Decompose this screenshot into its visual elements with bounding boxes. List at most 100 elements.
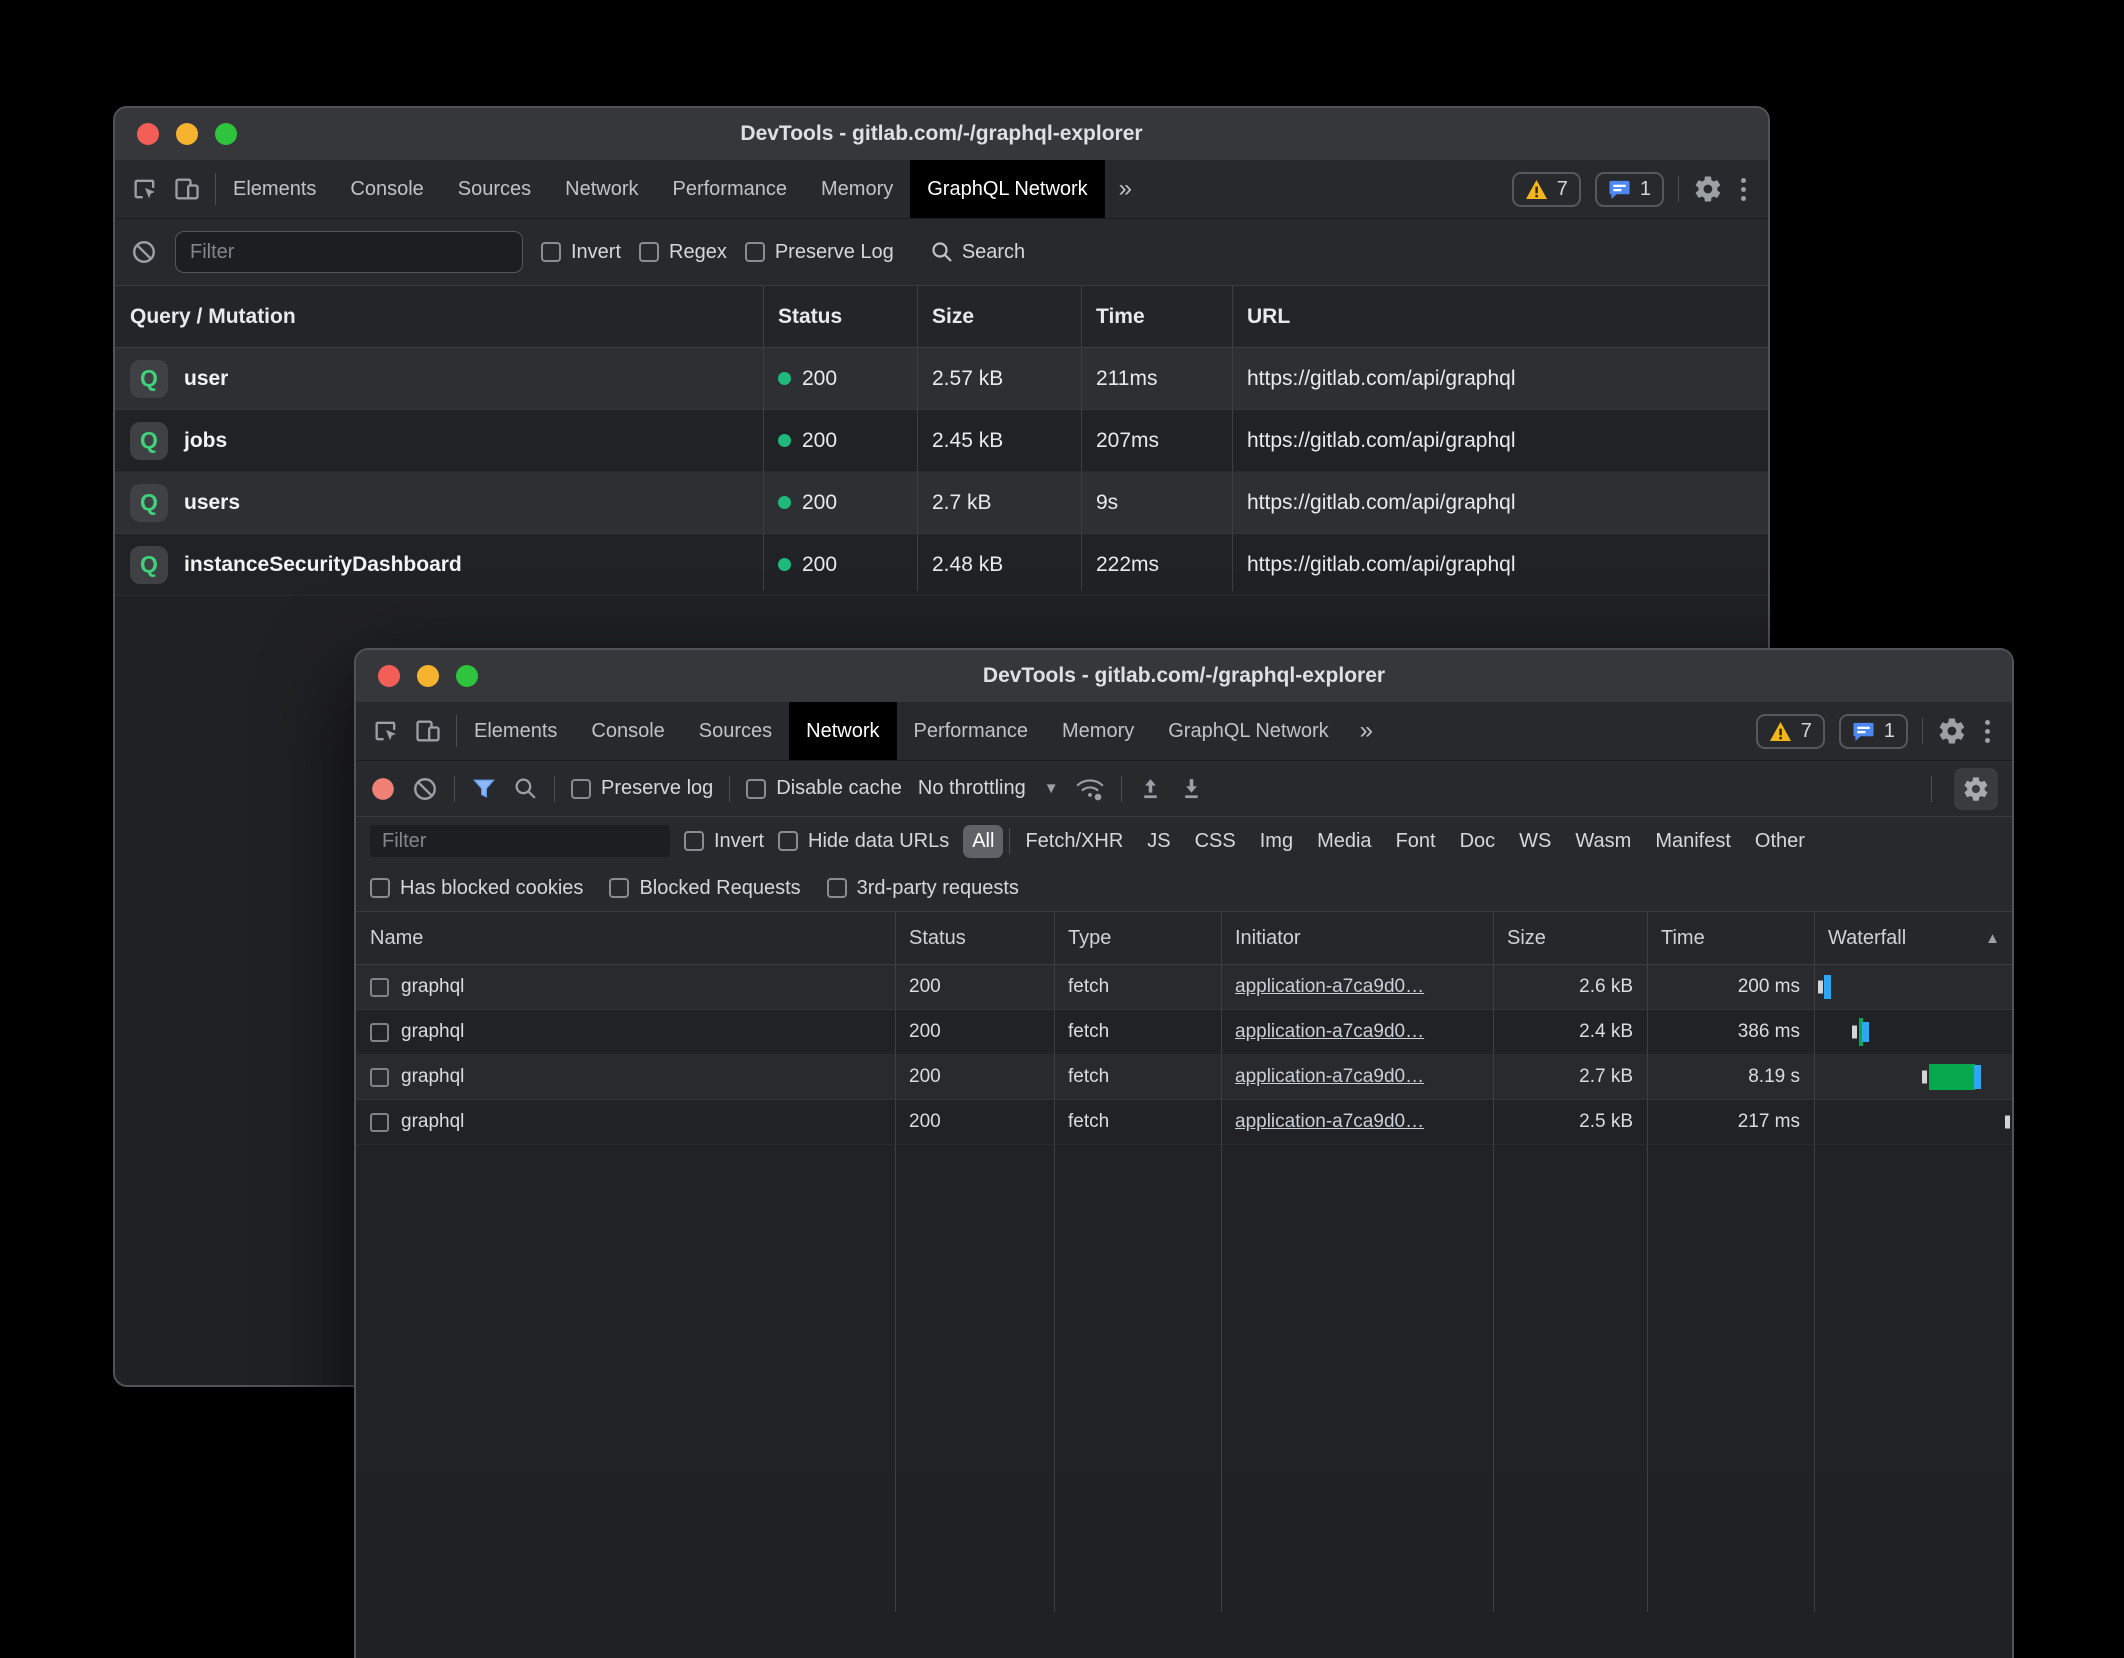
- tab-memory[interactable]: Memory: [804, 160, 910, 218]
- has-blocked-cookies-checkbox-group[interactable]: Has blocked cookies: [370, 877, 583, 900]
- titlebar[interactable]: DevTools - gitlab.com/-/graphql-explorer: [356, 650, 2012, 702]
- kebab-menu-icon[interactable]: [1737, 178, 1750, 201]
- close-button[interactable]: [378, 665, 400, 687]
- initiator-link[interactable]: application-a7ca9d0…: [1235, 976, 1424, 998]
- preserve-log-checkbox-group[interactable]: Preserve log: [571, 777, 713, 800]
- regex-checkbox-group[interactable]: Regex: [639, 241, 727, 264]
- row-checkbox[interactable]: [370, 1068, 389, 1087]
- type-filter-other[interactable]: Other: [1746, 825, 1814, 858]
- column-query-mutation[interactable]: Query / Mutation: [115, 286, 763, 347]
- search-icon[interactable]: [513, 776, 538, 801]
- tab-console[interactable]: Console: [333, 160, 440, 218]
- type-filter-css[interactable]: CSS: [1186, 825, 1245, 858]
- column-size[interactable]: Size: [1493, 912, 1647, 964]
- column-status[interactable]: Status: [895, 912, 1054, 964]
- tab-network[interactable]: Network: [789, 702, 896, 760]
- table-row[interactable]: Quser 200 2.57 kB 211ms https://gitlab.c…: [115, 348, 1768, 410]
- filter-input[interactable]: Filter: [175, 231, 523, 273]
- tab-memory[interactable]: Memory: [1045, 702, 1151, 760]
- table-row[interactable]: graphql 200 fetch application-a7ca9d0… 2…: [356, 1010, 2012, 1055]
- zoom-button[interactable]: [456, 665, 478, 687]
- table-row[interactable]: graphql 200 fetch application-a7ca9d0… 2…: [356, 965, 2012, 1010]
- invert-checkbox[interactable]: [541, 242, 561, 262]
- invert-checkbox-group[interactable]: Invert: [541, 241, 621, 264]
- tab-graphql-network[interactable]: GraphQL Network: [910, 160, 1104, 218]
- disable-cache-checkbox[interactable]: [746, 779, 766, 799]
- hide-data-urls-checkbox-group[interactable]: Hide data URLs: [778, 830, 949, 853]
- search-button[interactable]: Search: [930, 240, 1025, 264]
- tab-console[interactable]: Console: [574, 702, 681, 760]
- type-filter-fetch-xhr[interactable]: Fetch/XHR: [1016, 825, 1132, 858]
- invert-checkbox[interactable]: [684, 831, 704, 851]
- warnings-badge[interactable]: 7: [1512, 172, 1581, 207]
- row-checkbox[interactable]: [370, 1113, 389, 1132]
- table-row[interactable]: QinstanceSecurityDashboard 200 2.48 kB 2…: [115, 534, 1768, 596]
- column-time[interactable]: Time: [1081, 286, 1232, 347]
- invert-checkbox-group[interactable]: Invert: [684, 830, 764, 853]
- column-size[interactable]: Size: [917, 286, 1081, 347]
- type-filter-doc[interactable]: Doc: [1451, 825, 1505, 858]
- column-waterfall[interactable]: Waterfall ▲: [1814, 912, 2012, 964]
- device-toolbar-icon[interactable]: [414, 717, 442, 745]
- record-network-log-icon[interactable]: [370, 776, 396, 802]
- export-har-icon[interactable]: [1179, 776, 1204, 801]
- filter-funnel-icon[interactable]: [471, 776, 497, 802]
- type-filter-js[interactable]: JS: [1138, 825, 1179, 858]
- type-filter-media[interactable]: Media: [1308, 825, 1380, 858]
- inspect-element-icon[interactable]: [372, 717, 400, 745]
- preserve-log-checkbox[interactable]: [745, 242, 765, 262]
- type-filter-font[interactable]: Font: [1387, 825, 1445, 858]
- throttling-dropdown[interactable]: No throttling ▼: [918, 777, 1059, 800]
- initiator-link[interactable]: application-a7ca9d0…: [1235, 1066, 1424, 1088]
- blocked-requests-checkbox-group[interactable]: Blocked Requests: [609, 877, 800, 900]
- row-checkbox[interactable]: [370, 1023, 389, 1042]
- tab-performance[interactable]: Performance: [656, 160, 805, 218]
- third-party-requests-checkbox-group[interactable]: 3rd-party requests: [827, 877, 1019, 900]
- inspect-element-icon[interactable]: [131, 175, 159, 203]
- table-row[interactable]: graphql 200 fetch application-a7ca9d0… 2…: [356, 1055, 2012, 1100]
- preserve-log-checkbox[interactable]: [571, 779, 591, 799]
- settings-gear-icon[interactable]: [1693, 174, 1723, 204]
- initiator-link[interactable]: application-a7ca9d0…: [1235, 1111, 1424, 1133]
- close-button[interactable]: [137, 123, 159, 145]
- settings-gear-icon[interactable]: [1937, 716, 1967, 746]
- column-initiator[interactable]: Initiator: [1221, 912, 1493, 964]
- type-filter-img[interactable]: Img: [1251, 825, 1302, 858]
- tab-sources[interactable]: Sources: [682, 702, 789, 760]
- network-settings-button[interactable]: [1954, 768, 1998, 810]
- titlebar[interactable]: DevTools - gitlab.com/-/graphql-explorer: [115, 108, 1768, 160]
- table-row[interactable]: Qusers 200 2.7 kB 9s https://gitlab.com/…: [115, 472, 1768, 534]
- type-filter-all[interactable]: All: [963, 825, 1003, 858]
- column-status[interactable]: Status: [763, 286, 917, 347]
- initiator-link[interactable]: application-a7ca9d0…: [1235, 1021, 1424, 1043]
- tab-performance[interactable]: Performance: [897, 702, 1046, 760]
- more-tabs-chevron-icon[interactable]: »: [1346, 702, 1387, 760]
- type-filter-manifest[interactable]: Manifest: [1646, 825, 1740, 858]
- minimize-button[interactable]: [417, 665, 439, 687]
- tab-graphql-network[interactable]: GraphQL Network: [1151, 702, 1345, 760]
- preserve-log-checkbox-group[interactable]: Preserve Log: [745, 241, 894, 264]
- column-url[interactable]: URL: [1232, 286, 1768, 347]
- tab-network[interactable]: Network: [548, 160, 655, 218]
- import-har-icon[interactable]: [1138, 776, 1163, 801]
- column-time[interactable]: Time: [1647, 912, 1814, 964]
- filter-input[interactable]: Filter: [370, 825, 670, 857]
- tab-sources[interactable]: Sources: [441, 160, 548, 218]
- row-checkbox[interactable]: [370, 978, 389, 997]
- clear-icon[interactable]: [131, 239, 157, 265]
- type-filter-ws[interactable]: WS: [1510, 825, 1560, 858]
- regex-checkbox[interactable]: [639, 242, 659, 262]
- kebab-menu-icon[interactable]: [1981, 720, 1994, 743]
- issues-badge[interactable]: 1: [1595, 172, 1664, 207]
- disable-cache-checkbox-group[interactable]: Disable cache: [746, 777, 902, 800]
- warnings-badge[interactable]: 7: [1756, 714, 1825, 749]
- column-type[interactable]: Type: [1054, 912, 1221, 964]
- table-row[interactable]: graphql 200 fetch application-a7ca9d0… 2…: [356, 1100, 2012, 1145]
- device-toolbar-icon[interactable]: [173, 175, 201, 203]
- clear-icon[interactable]: [412, 776, 438, 802]
- type-filter-wasm[interactable]: Wasm: [1566, 825, 1640, 858]
- zoom-button[interactable]: [215, 123, 237, 145]
- table-row[interactable]: Qjobs 200 2.45 kB 207ms https://gitlab.c…: [115, 410, 1768, 472]
- minimize-button[interactable]: [176, 123, 198, 145]
- column-name[interactable]: Name: [356, 912, 895, 964]
